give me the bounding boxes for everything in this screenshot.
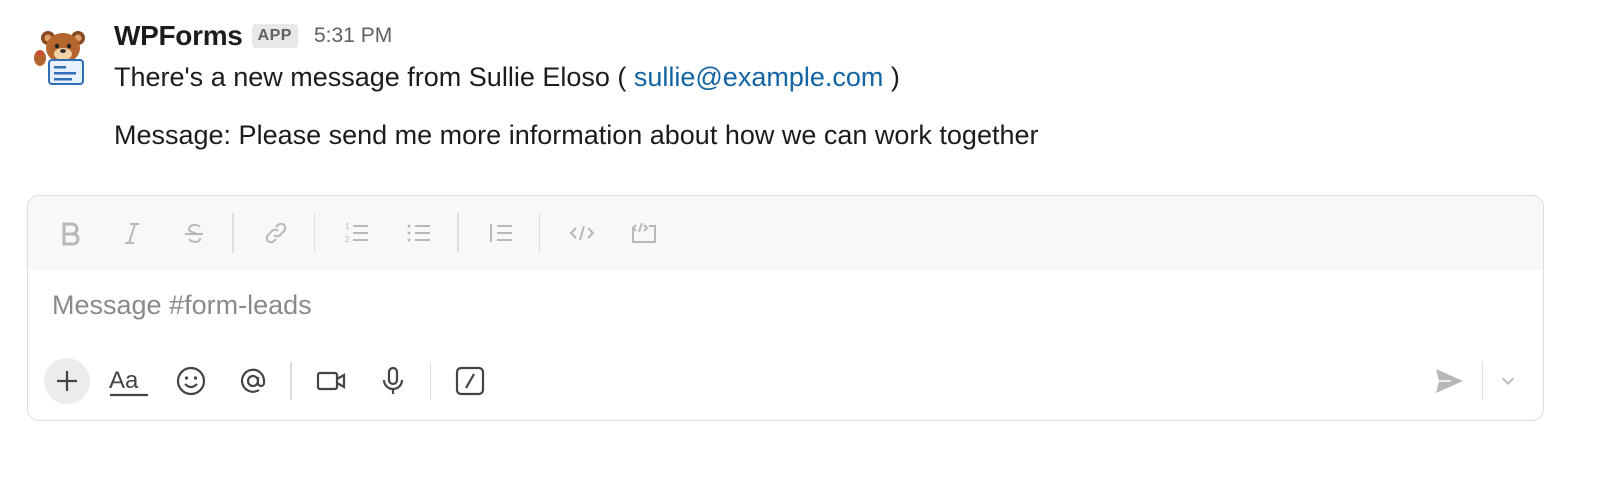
mention-icon: [240, 368, 266, 393]
strikethrough-button[interactable]: [174, 213, 214, 253]
schedule-dropdown-button[interactable]: [1495, 358, 1521, 404]
bold-icon: [62, 222, 80, 246]
video-icon: [316, 371, 345, 391]
strikethrough-icon: [185, 223, 203, 243]
message-line-1-suffix: ): [883, 62, 900, 92]
code-block-button[interactable]: [624, 213, 664, 253]
composer-actions: Aa: [44, 356, 1527, 406]
emoji-icon: [176, 366, 206, 396]
toolbar-divider: [313, 213, 315, 253]
italic-button[interactable]: [112, 213, 152, 253]
attach-button[interactable]: [44, 358, 90, 404]
svg-text:1: 1: [345, 222, 350, 231]
ordered-list-icon: 12: [345, 222, 368, 244]
send-button[interactable]: [1426, 358, 1472, 404]
message-line-1: There's a new message from Sullie Eloso …: [114, 60, 1568, 94]
sender-name[interactable]: WPForms: [114, 20, 243, 52]
chevron-down-icon: [1501, 377, 1515, 385]
toolbar-divider: [429, 362, 431, 400]
message-composer: 12 Message #form-leads Aa: [27, 195, 1544, 421]
message-line-1-prefix: There's a new message from Sullie Eloso …: [114, 62, 634, 92]
shortcuts-button[interactable]: [447, 358, 493, 404]
toolbar-divider: [457, 213, 459, 253]
blockquote-icon: [489, 224, 512, 242]
svg-text:Aa: Aa: [109, 367, 139, 394]
code-button[interactable]: [562, 213, 602, 253]
link-icon: [265, 222, 286, 244]
toolbar-divider: [290, 362, 292, 400]
svg-text:2: 2: [345, 235, 350, 244]
email-link[interactable]: sullie@example.com: [634, 62, 884, 92]
message-header: WPForms APP 5:31 PM: [114, 18, 1568, 54]
audio-clip-button[interactable]: [370, 358, 416, 404]
bulleted-list-icon: [407, 224, 430, 242]
toolbar-divider: [232, 213, 234, 253]
app-badge: APP: [251, 24, 298, 48]
code-block-icon: [631, 222, 656, 243]
formatting-toolbar: 12: [28, 196, 1543, 270]
toolbar-divider: [1481, 362, 1483, 400]
message-input[interactable]: Message #form-leads: [52, 290, 312, 321]
send-controls: [1426, 356, 1522, 406]
formatting-icon: Aa: [109, 367, 148, 397]
bold-button[interactable]: [50, 213, 90, 253]
shortcuts-icon: [455, 366, 485, 396]
video-button[interactable]: [308, 358, 354, 404]
ordered-list-button[interactable]: 12: [337, 213, 377, 253]
message-line-2: Message: Please send me more information…: [114, 120, 1039, 150]
blockquote-button[interactable]: [481, 213, 521, 253]
toolbar-divider: [538, 213, 540, 253]
bulleted-list-button[interactable]: [399, 213, 439, 253]
bear-mascot-icon: [28, 18, 98, 88]
emoji-button[interactable]: [168, 358, 214, 404]
code-icon: [569, 225, 595, 241]
message-body: WPForms APP 5:31 PM There's a new messag…: [114, 18, 1568, 152]
message-timestamp[interactable]: 5:31 PM: [314, 24, 392, 48]
microphone-icon: [382, 366, 403, 394]
plus-icon: [57, 371, 77, 391]
wpforms-avatar[interactable]: [28, 18, 98, 88]
send-icon: [1435, 369, 1463, 393]
formatting-toggle-button[interactable]: Aa: [106, 358, 152, 404]
italic-icon: [125, 223, 139, 244]
message-item: WPForms APP 5:31 PM There's a new messag…: [28, 18, 1568, 178]
mention-button[interactable]: [230, 358, 276, 404]
link-button[interactable]: [256, 213, 296, 253]
